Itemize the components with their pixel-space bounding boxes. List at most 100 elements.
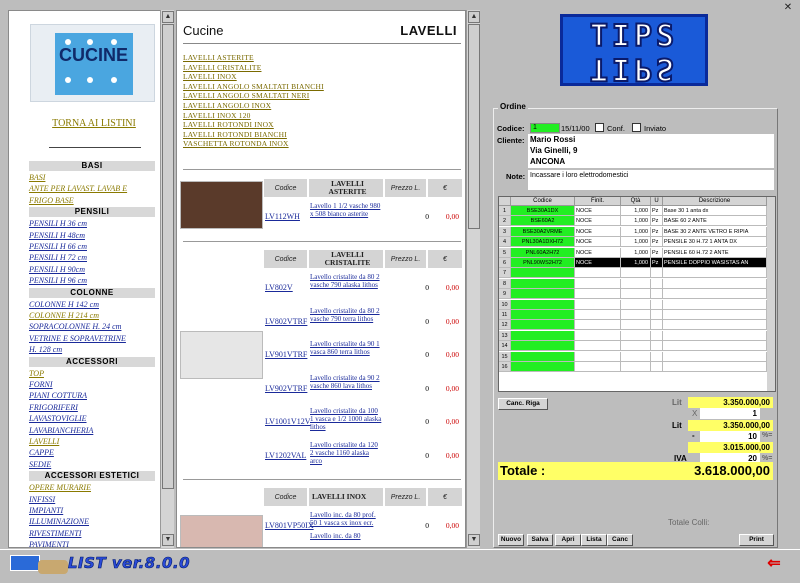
sink-category-link[interactable]: LAVELLI INOX 120 [183,111,251,120]
grid-cell[interactable] [575,310,621,320]
sink-category-link[interactable]: LAVELLI CRISTALITE [183,63,261,72]
product-description-link[interactable]: Lavello inc. da 80 prof. 50 1 vasca sx i… [310,511,382,527]
row-number[interactable]: 14 [499,341,511,352]
grid-cell[interactable] [651,278,663,289]
row-number[interactable]: 9 [499,289,511,300]
grid-cell[interactable]: 1,000 [621,247,651,258]
grid-cell[interactable]: Base 30 1 anta dx [663,206,767,216]
product-code-link[interactable]: LV801VP50IX [265,521,314,530]
category-link[interactable]: LAVELLI [29,437,59,446]
row-number[interactable]: 2 [499,216,511,227]
grid-scrollbar[interactable] [767,197,775,391]
category-link[interactable]: ANTE PER LAVAST. LAVAB E [29,184,127,193]
conf-checkbox[interactable] [595,123,604,132]
row-number[interactable]: 4 [499,237,511,248]
grid-cell[interactable]: 1,000 [621,226,651,237]
scroll-up-icon[interactable]: ▲ [162,11,174,23]
grid-cell[interactable] [511,320,575,331]
product-description-link[interactable]: Lavello cristalite da 90 1 vasca 860 ter… [310,340,382,356]
left-scrollbar[interactable]: ▲ ▼ [160,10,174,548]
grid-cell[interactable] [511,351,575,362]
product-code-link[interactable]: LV901VTRF [265,350,307,359]
row-number[interactable]: 13 [499,330,511,341]
product-description-link[interactable]: Lavello cristalite da 120 2 vasche 1160 … [310,441,382,465]
category-link[interactable]: RIVESTIMENTI [29,529,81,538]
category-link[interactable]: FORNI [29,380,53,389]
category-link[interactable]: SEDIE [29,460,51,469]
product-description-link[interactable]: Lavello cristalite da 80 2 vasche 790 al… [310,273,382,289]
grid-cell[interactable]: PENSILE 60 H.72 2 ANTE [663,247,767,258]
product-description-link[interactable]: Lavello cristalite da 100 1 vasca e 1/2 … [310,407,382,431]
product-code-link[interactable]: LV1202VAL [265,451,306,460]
scroll-thumb[interactable] [468,24,480,229]
middle-scrollbar[interactable]: ▲ ▼ [466,10,480,548]
sink-category-link[interactable]: LAVELLI ANGOLO SMALTATI NERI [183,91,309,100]
exit-icon[interactable]: ⇐ [764,556,784,572]
product-code-link[interactable]: LV902VTRF [265,384,307,393]
grid-cell[interactable] [621,320,651,331]
grid-cell[interactable]: BASE 30 2 ANTE VETRO E RIPIA [663,226,767,237]
grid-cell[interactable]: PENSILE 30 H.72 1 ANTA DX [663,237,767,248]
order-grid[interactable]: Codice Finit. Qtà U Descrizione 1 BSE30A1DX NOC… [498,196,776,392]
row-number[interactable]: 10 [499,299,511,310]
grid-cell[interactable] [621,299,651,310]
category-link[interactable]: PIANI COTTURA [29,391,87,400]
grid-cell[interactable] [511,330,575,341]
row-number[interactable]: 3 [499,226,511,237]
grid-cell[interactable] [621,310,651,320]
category-link[interactable]: FRIGO BASE [29,196,74,205]
grid-cell[interactable]: NOCE [575,237,621,248]
product-description-link[interactable]: Lavello 1 1/2 vasche 980 x 508 bianco as… [310,202,382,218]
grid-cell[interactable] [511,310,575,320]
scroll-thumb[interactable] [162,24,174,489]
grid-cell[interactable] [575,299,621,310]
category-link[interactable]: OPERE MURARIE [29,483,91,492]
product-description-link[interactable]: Lavello cristalite da 90 2 vasche 860 la… [310,374,382,390]
grid-cell[interactable] [621,351,651,362]
row-number[interactable]: 12 [499,320,511,331]
grid-cell[interactable] [621,289,651,300]
grid-cell[interactable] [575,278,621,289]
grid-cell[interactable] [663,310,767,320]
grid-cell[interactable] [663,268,767,279]
grid-cell[interactable]: BASE 60 2 ANTE [663,216,767,227]
grid-cell[interactable]: Pz [651,237,663,248]
grid-cell[interactable]: 1,000 [621,258,651,268]
print-button[interactable]: Print [739,534,774,546]
grid-cell[interactable]: PENSILE DOPPIO WASISTAS AN [663,258,767,268]
category-link[interactable]: LAVABIANCHERIA [29,426,93,435]
category-link[interactable]: INFISSI [29,495,55,504]
scroll-down-icon[interactable]: ▼ [468,534,480,546]
close-icon[interactable]: ✕ [782,2,794,14]
grid-cell[interactable] [651,268,663,279]
apri-button[interactable]: Apri [555,534,581,546]
grid-cell[interactable]: NOCE [575,226,621,237]
category-link[interactable]: PAVIMENTI [29,540,69,547]
grid-cell[interactable] [663,299,767,310]
grid-cell[interactable]: NOCE [575,247,621,258]
grid-cell[interactable] [511,278,575,289]
sink-category-link[interactable]: LAVELLI ANGOLO SMALTATI BIANCHI [183,82,324,91]
grid-cell[interactable] [663,362,767,372]
quantity-field[interactable]: 1 [700,408,760,419]
category-link[interactable]: COLONNE H 214 cm [29,311,99,320]
grid-cell[interactable] [651,362,663,372]
product-code-link[interactable]: LV802V [265,283,293,292]
grid-cell[interactable]: PNL30A1DXH72 [511,237,575,248]
grid-cell[interactable]: NOCE [575,206,621,216]
category-link[interactable]: PENSILI H 66 cm [29,242,87,251]
product-code-link[interactable]: LV802VTRF [265,317,307,326]
sink-category-link[interactable]: LAVELLI INOX [183,72,237,81]
nuovo-button[interactable]: Nuovo [498,534,524,546]
sink-category-link[interactable]: LAVELLI ASTERITE [183,53,254,62]
scroll-up-icon[interactable]: ▲ [468,11,480,23]
category-link[interactable]: SOPRACOLONNE H. 24 cm [29,322,121,331]
category-link[interactable]: PENSILI H 36 cm [29,219,87,228]
category-link[interactable]: PENSILI H 96 cm [29,276,87,285]
grid-cell[interactable] [575,330,621,341]
grid-cell[interactable] [511,289,575,300]
category-link[interactable]: VETRINE E SOPRAVETRINE [29,334,126,343]
row-number[interactable]: 5 [499,247,511,258]
grid-cell[interactable]: PNL60A2H72 [511,247,575,258]
row-number[interactable]: 16 [499,362,511,372]
